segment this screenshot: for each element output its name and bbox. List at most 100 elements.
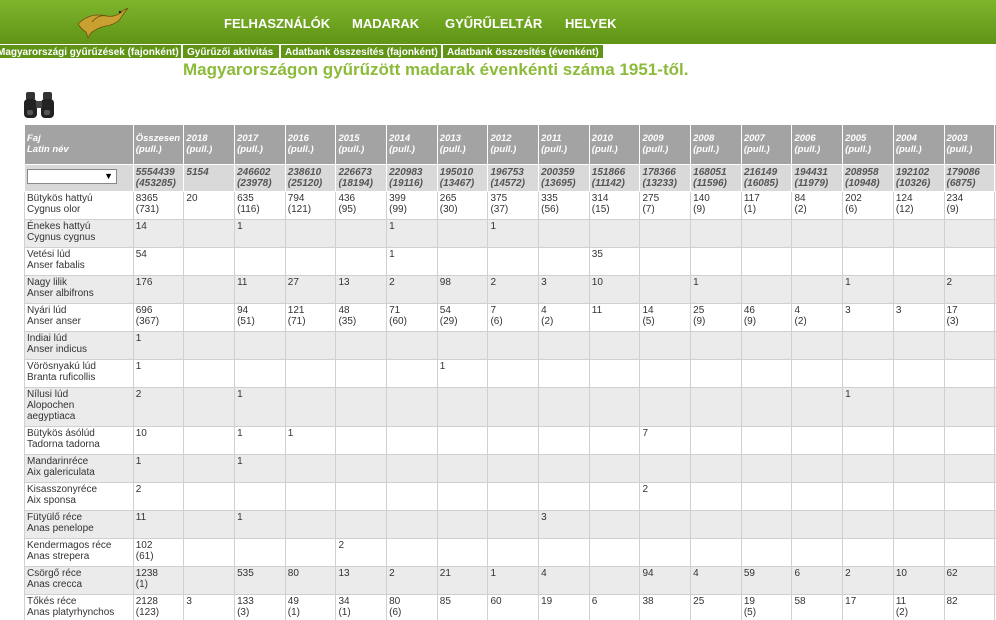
pull-value: (1) (287, 607, 300, 618)
year-column-header[interactable]: 2014 (pull.) (386, 124, 438, 165)
species-row[interactable]: Énekes hattyúCygnus cygnus141111 (24, 219, 996, 248)
nav-places[interactable]: HELYEK (565, 16, 617, 31)
species-row[interactable]: Nyári lúd Anser anser 696 (367) 94 (51) 121 (71… (24, 303, 996, 332)
count-cell (740, 275, 793, 304)
species-row[interactable]: Nagy lilik Anser albifrons 176 11 27 13 2 98 2 3 1… (24, 275, 996, 304)
count-cell (487, 426, 540, 455)
species-row[interactable]: Nílusi lúd Alopochen aegyptiaca 2 1 1 (24, 387, 996, 427)
species-name-cell[interactable]: Mandarinréce Aix galericulata (24, 454, 134, 483)
count-value: 6 (591, 596, 598, 607)
species-row[interactable]: Vörösnyakú lúd Branta ruficollis 1 1 (24, 359, 996, 388)
species-name-cell[interactable]: Nyári lúd Anser anser (24, 303, 134, 332)
species-row[interactable]: Vetési lúd Anser fabalis 54 1 35 (24, 247, 996, 276)
year-column-header[interactable]: 2011 (pull.) (538, 124, 590, 165)
count-cell (538, 426, 590, 455)
year-column-header[interactable]: 2006 (pull.) (791, 124, 844, 165)
count-value: 1 (389, 221, 395, 232)
nav-users[interactable]: FELHASZNÁLÓK (224, 16, 330, 31)
species-row[interactable]: Mandarinréce Aix galericulata 1 1 (24, 454, 996, 483)
species-common-name: Vörösnyakú lúd (27, 361, 96, 372)
header-line: Latin név (27, 144, 69, 155)
species-name-cell[interactable]: Énekes hattyú Cygnus cygnus (24, 219, 134, 248)
count-cell (892, 538, 945, 567)
nav-birds[interactable]: MADARAK (352, 16, 419, 31)
year-column-header[interactable]: 2009 (pull.) (639, 124, 692, 165)
species-name-cell[interactable]: Kisasszonyréce Aix sponsa (24, 482, 134, 511)
species-name-cell[interactable]: Vetési lúd Anser fabalis (24, 247, 134, 276)
count-cell (436, 454, 489, 483)
count-cell (487, 359, 540, 388)
count-cell (892, 426, 945, 455)
year-column-header[interactable]: 2004 (pull.) (892, 124, 945, 165)
species-row[interactable]: Tőkés réce Anas platyrhynchos 2128 (123) 3 13… (24, 594, 996, 620)
species-latin-name: Aix sponsa (27, 495, 76, 506)
count-cell (588, 426, 641, 455)
species-row[interactable]: Fütyülő réceAnas penelope11135 (24, 510, 996, 539)
count-cell: 6 (588, 594, 641, 620)
year-column-header[interactable]: 2012 (pull.) (487, 124, 540, 165)
pull-value: (30) (439, 204, 458, 215)
count-cell: 3 (892, 303, 945, 332)
header-line: Faj (27, 133, 41, 144)
count-value: 2 (946, 277, 953, 288)
year-column-header[interactable]: 2007 (pull.) (740, 124, 793, 165)
year-column-header[interactable]: 2003 (pull.) (943, 124, 996, 165)
ringing-table-container[interactable]: Faj Latin név Összesen (pull.) 2018 (pull.) 20… (24, 124, 996, 620)
count-cell: 34 (1) (335, 594, 388, 620)
count-cell: 436 (95) (335, 191, 388, 220)
pull-value: (7) (642, 204, 655, 215)
species-row[interactable]: Bütykös ásólúd Tadorna tadorna 10 1 1 7 (24, 426, 996, 455)
year-column-header[interactable]: Összesen (pull.) (132, 124, 185, 165)
species-name-cell[interactable]: Tőkés réce Anas platyrhynchos (24, 594, 134, 620)
count-cell (740, 482, 793, 511)
species-name-cell[interactable]: Bütykös hattyú Cygnus olor (24, 191, 134, 220)
tab-databank-summary-yearly[interactable]: Adatbank összesítés (évenként) (442, 44, 604, 59)
species-filter-select[interactable]: ▼ (27, 169, 117, 184)
year-column-header[interactable]: 2013 (pull.) (436, 124, 489, 165)
count-cell: 13 (335, 275, 388, 304)
species-name-cell[interactable]: Indiai lúd Anser indicus (24, 331, 134, 360)
year-column-header[interactable]: 2015 (pull.) (335, 124, 388, 165)
species-name-cell[interactable]: Kendermagos réce Anas strepera (24, 538, 134, 567)
pull-value: (3) (237, 607, 250, 618)
tab-databank-summary-species[interactable]: Adatbank összesítés (fajonként) (280, 44, 442, 59)
species-name-cell[interactable]: Fütyülő réce Anas penelope (24, 510, 134, 539)
tab-ringer-activity[interactable]: Gyűrűzői aktivitás (182, 44, 280, 59)
species-row[interactable]: Kendermagos réce Anas strepera 102 (61) 2 (24, 538, 996, 567)
year-column-header[interactable]: 2018 (pull.) (183, 124, 236, 165)
species-name-cell[interactable]: Csörgő réce Anas crecca (24, 566, 134, 595)
species-name-cell[interactable]: Nílusi lúd Alopochen aegyptiaca (24, 387, 134, 427)
species-row[interactable]: Csörgő réce Anas crecca 1238 (1) 535 80 13 2 21 1… (24, 566, 996, 595)
nav-ring-inventory[interactable]: GYŰRŰLELTÁR (445, 16, 542, 31)
year-column-header[interactable]: 2005 (pull.) (842, 124, 894, 165)
count-value: 19 (743, 596, 755, 607)
count-cell: 2128 (123) (132, 594, 185, 620)
species-name-cell[interactable]: Vörösnyakú lúd Branta ruficollis (24, 359, 134, 388)
year-column-header[interactable]: 2017 (pull.) (234, 124, 286, 165)
year-column-header[interactable]: 2016 (pull.) (284, 124, 337, 165)
bird-logo-icon[interactable] (72, 2, 132, 42)
count-cell (740, 454, 793, 483)
count-cell (943, 482, 996, 511)
species-row[interactable]: Kisasszonyréce Aix sponsa 2 2 (24, 482, 996, 511)
year-column-header[interactable]: 2008 (pull.) (690, 124, 742, 165)
count-cell: 1 (234, 426, 286, 455)
species-name-cell[interactable]: Bütykös ásólúd Tadorna tadorna (24, 426, 134, 455)
count-value: 1 (135, 361, 142, 372)
tab-hungarian-ringings-by-species[interactable]: Magyarországi gyűrűzések (fajonként) (0, 44, 182, 59)
species-row[interactable]: Indiai lúd Anser indicus 1 (24, 331, 996, 360)
species-name-cell[interactable]: Nagy lilik Anser albifrons (24, 275, 134, 304)
species-row[interactable]: Bütykös hattyú Cygnus olor 8365 (731) 20 635(… (24, 191, 996, 220)
count-cell (740, 538, 793, 567)
count-cell (740, 359, 793, 388)
count-value: 98 (439, 277, 451, 288)
count-value: 2 (135, 389, 142, 400)
count-value: 535 (237, 568, 254, 579)
count-cell: 6 (791, 566, 844, 595)
count-cell: 94 (51) (234, 303, 286, 332)
count-cell (842, 219, 894, 248)
year-column-header[interactable]: 2010 (pull.) (588, 124, 641, 165)
species-latin-name: Anas strepera (27, 551, 90, 562)
binoculars-icon[interactable] (22, 90, 56, 120)
count-cell: 17 (842, 594, 894, 620)
